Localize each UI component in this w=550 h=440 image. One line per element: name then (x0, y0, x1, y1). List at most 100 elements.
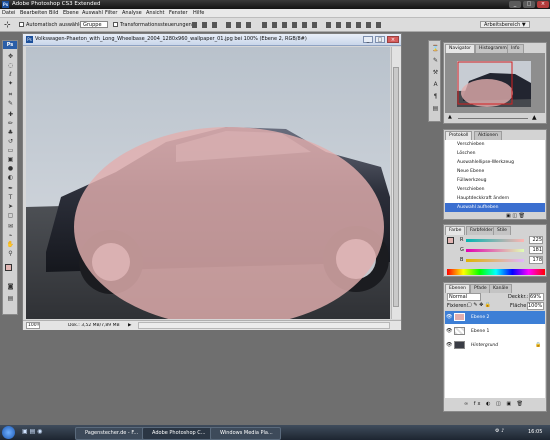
scrollbar-thumb[interactable] (393, 67, 399, 307)
history-panel-icon[interactable]: ⌛ (430, 45, 441, 52)
green-value[interactable]: 181 (529, 246, 543, 254)
doc-minimize-button[interactable]: _ (363, 36, 373, 43)
tab-histogramm[interactable]: Histogramm (475, 44, 511, 53)
brushes-panel-icon[interactable]: ✎ (430, 57, 441, 64)
healing-brush-tool-icon[interactable]: ✚ (5, 111, 16, 118)
status-arrow-icon[interactable]: ▶ (128, 323, 131, 328)
layers-footer-icons[interactable]: ∞ fx ◐ ◫ ▣ 🗑 (464, 401, 525, 407)
quick-launch-icons[interactable]: ▣ ▤ ◉ (22, 428, 42, 435)
tab-protokoll[interactable]: Protokoll (445, 131, 473, 140)
foreground-color-swatch[interactable] (447, 237, 454, 244)
menu-bearbeiten[interactable]: Bearbeiten (20, 10, 47, 16)
menu-ansicht[interactable]: Ansicht (146, 10, 164, 16)
visibility-eye-icon[interactable]: 👁 (446, 328, 452, 334)
character-panel-icon[interactable]: A (430, 81, 441, 88)
red-slider[interactable] (466, 239, 524, 242)
eyedropper-tool-icon[interactable]: ⌁ (5, 232, 16, 239)
gradient-tool-icon[interactable]: ▣ (5, 156, 16, 163)
quick-mask-icon[interactable]: ◙ (5, 283, 16, 290)
maximize-button[interactable]: □ (523, 1, 535, 8)
tool-presets-icon[interactable]: ⚒ (430, 69, 441, 76)
doc-maximize-button[interactable]: □ (375, 36, 385, 43)
notes-tool-icon[interactable]: ✉ (5, 223, 16, 230)
horizontal-scrollbar[interactable] (138, 322, 390, 329)
tab-kanaele[interactable]: Kanäle (489, 284, 513, 293)
menu-auswahl[interactable]: Auswahl (82, 10, 103, 16)
align-distribute-icons[interactable] (190, 20, 416, 30)
magic-wand-tool-icon[interactable]: ✦ (5, 80, 16, 87)
tab-farbe[interactable]: Farbe (445, 226, 466, 235)
taskbar-item-media-player[interactable]: Windows Media Pla... (210, 427, 281, 440)
crop-tool-icon[interactable]: ⌗ (5, 91, 16, 98)
image-canvas[interactable] (26, 47, 390, 319)
blue-slider[interactable] (466, 259, 524, 262)
type-tool-icon[interactable]: T (5, 194, 16, 201)
tab-navigator[interactable]: Navigator (445, 44, 476, 53)
tab-aktionen[interactable]: Aktionen (474, 131, 502, 140)
opacity-value[interactable]: 69% (529, 293, 544, 301)
lasso-tool-icon[interactable]: ℓ (5, 71, 16, 78)
visibility-eye-icon[interactable]: 👁 (446, 342, 452, 348)
marquee-tool-icon[interactable]: ◌ (5, 62, 16, 69)
history-brush-tool-icon[interactable]: ↺ (5, 138, 16, 145)
navigator-zoom-slider[interactable]: ▲ ▲ (448, 114, 542, 121)
history-footer-icons[interactable]: ▣ ◫ 🗑 (506, 213, 525, 219)
fill-value[interactable]: 100% (527, 302, 544, 310)
layer-row[interactable]: 👁 Hintergrund 🔒 (445, 339, 545, 352)
eraser-tool-icon[interactable]: ▭ (5, 147, 16, 154)
blend-mode-dropdown[interactable]: Normal (447, 293, 481, 301)
zoom-tool-icon[interactable]: ⚲ (5, 250, 16, 257)
move-tool-icon[interactable]: ⊹ (4, 20, 11, 29)
menu-bild[interactable]: Bild (49, 10, 58, 16)
pen-tool-icon[interactable]: ✒ (5, 185, 16, 192)
menu-analyse[interactable]: Analyse (122, 10, 142, 16)
menu-fenster[interactable]: Fenster (169, 10, 188, 16)
menu-datei[interactable]: Datei (2, 10, 15, 16)
path-selection-tool-icon[interactable]: ➤ (5, 203, 16, 210)
zoom-in-icon[interactable]: ▲ (532, 114, 537, 121)
workspace-button[interactable]: Arbeitsbereich ▼ (480, 21, 530, 28)
auto-select-dropdown[interactable]: Gruppe (80, 21, 108, 28)
blur-tool-icon[interactable]: ● (5, 165, 16, 172)
history-item-active[interactable]: Auswahl aufheben (445, 203, 545, 212)
screen-mode-icon[interactable]: ▤ (5, 295, 16, 302)
tab-stile[interactable]: Stile (493, 226, 511, 235)
menu-filter[interactable]: Filter (105, 10, 117, 16)
foreground-color-swatch[interactable] (5, 264, 12, 271)
tray-icons[interactable]: ⚙ ♪ (495, 428, 504, 434)
doc-close-button[interactable]: × (387, 36, 399, 43)
visibility-eye-icon[interactable]: 👁 (446, 314, 452, 320)
clone-stamp-tool-icon[interactable]: ♣ (5, 129, 16, 136)
taskbar-item-browser[interactable]: Pagenstecher.de - F... (75, 427, 146, 440)
paragraph-panel-icon[interactable]: ¶ (430, 93, 441, 100)
zoom-out-icon[interactable]: ▲ (448, 114, 452, 120)
zoom-slider-track[interactable] (458, 118, 528, 119)
hand-tool-icon[interactable]: ✋ (5, 241, 16, 248)
tab-ebenen[interactable]: Ebenen (445, 284, 470, 293)
layer-row-active[interactable]: 👁 Ebene 2 (445, 311, 545, 324)
zoom-level[interactable]: 100% (26, 322, 40, 329)
green-slider[interactable] (466, 249, 524, 252)
minimize-button[interactable]: _ (509, 1, 521, 8)
taskbar-item-photoshop[interactable]: Adobe Photoshop C... (142, 427, 213, 440)
start-button[interactable] (2, 426, 15, 439)
navigator-preview[interactable] (445, 53, 545, 113)
transform-controls-checkbox[interactable] (113, 22, 118, 27)
tab-pfade[interactable]: Pfade (470, 284, 491, 293)
layer-row[interactable]: 👁 Ebene 1 (445, 325, 545, 338)
vertical-scrollbar[interactable] (391, 47, 401, 319)
shape-tool-icon[interactable]: ▢ (5, 212, 16, 219)
slice-tool-icon[interactable]: ✎ (5, 100, 16, 107)
auto-select-checkbox[interactable] (19, 22, 24, 27)
layer-comps-icon[interactable]: ▤ (430, 105, 441, 112)
red-value[interactable]: 225 (529, 236, 543, 244)
blue-value[interactable]: 178 (529, 256, 543, 264)
tab-info[interactable]: Info (507, 44, 524, 53)
menu-ebene[interactable]: Ebene (63, 10, 79, 16)
move-tool-icon[interactable]: ✥ (5, 53, 16, 60)
brush-tool-icon[interactable]: ✏ (5, 120, 16, 127)
close-button[interactable]: × (537, 1, 549, 8)
color-spectrum-bar[interactable] (447, 269, 545, 275)
lock-icons[interactable]: ▢ ✎ ✥ 🔒 (467, 302, 491, 308)
menu-hilfe[interactable]: Hilfe (193, 10, 204, 16)
